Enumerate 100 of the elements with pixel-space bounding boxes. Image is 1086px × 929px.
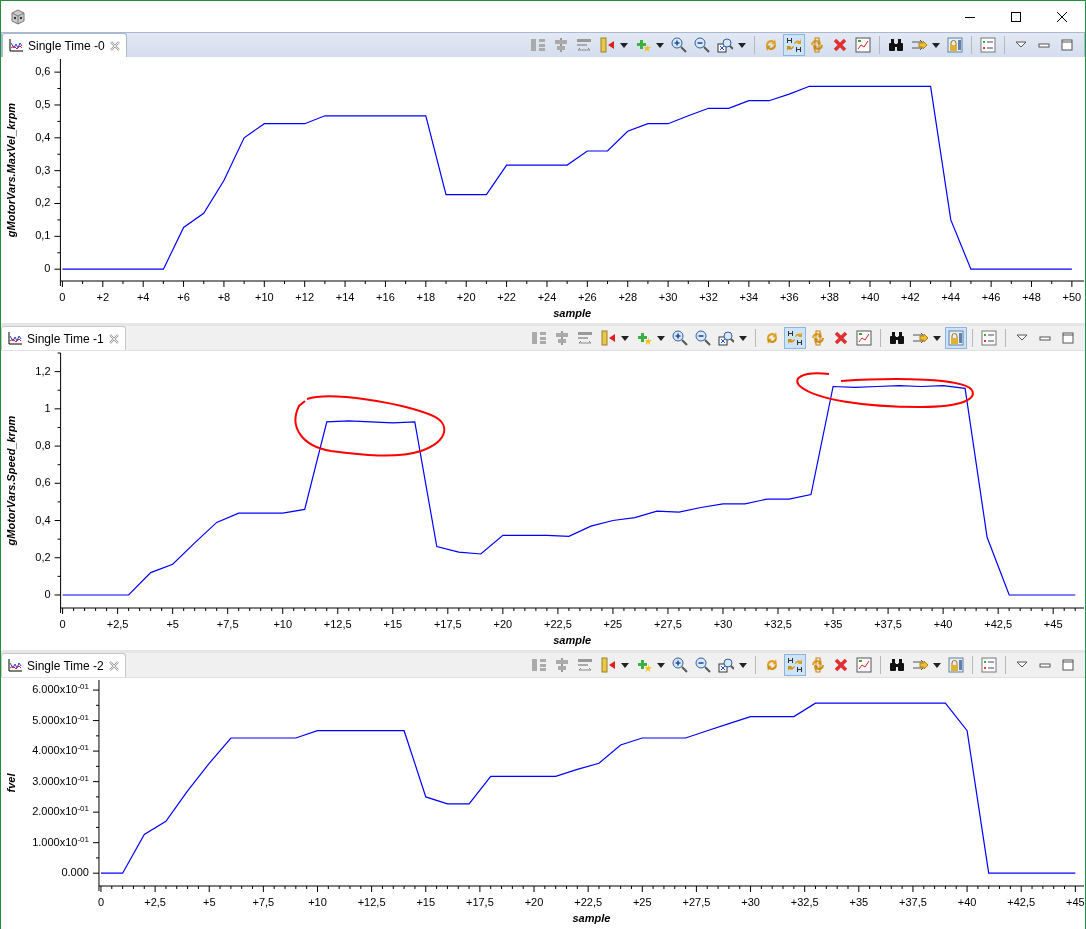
delete-icon	[833, 657, 849, 673]
list-button[interactable]	[978, 654, 1000, 676]
x-tick-label: +10	[273, 618, 293, 630]
x-tick-label: +2,5	[106, 618, 129, 630]
caret-icon[interactable]	[933, 662, 941, 668]
caret-icon[interactable]	[656, 42, 664, 48]
x-tick-label: +5	[166, 618, 179, 630]
plus-star-icon	[636, 657, 652, 673]
x-tick-label: +25	[632, 896, 652, 908]
x-tick-label: +20	[493, 618, 513, 630]
x-tick-label: +14	[335, 291, 355, 303]
x-tick-label: +28	[618, 291, 638, 303]
hierarchy-icon	[531, 330, 547, 346]
lock-icon	[948, 657, 964, 673]
close-icon	[1057, 11, 1067, 22]
x-tick-label: +44	[941, 291, 961, 303]
x-tick-label: +15	[416, 896, 436, 908]
x-tick-label: +5	[202, 896, 216, 908]
sync-h-icon	[786, 37, 802, 53]
x-tick-label: +22,5	[574, 896, 603, 908]
zoom-fit-icon	[718, 330, 734, 346]
list-icon	[980, 37, 996, 53]
caret-icon[interactable]	[657, 335, 665, 341]
list-icon	[981, 330, 997, 346]
y-tick-label: 5.000x10$^{-01}$	[32, 713, 89, 726]
x-tick-label: +2	[96, 291, 110, 303]
sync-h-button[interactable]	[784, 327, 806, 349]
chart-button[interactable]	[852, 34, 874, 56]
line-chart-icon	[8, 332, 22, 345]
y-tick-label: 1	[44, 401, 51, 414]
x-tick-label: +34	[739, 291, 759, 303]
sync-h-button[interactable]	[784, 654, 806, 676]
x-tick-label: 0	[59, 291, 66, 303]
close-icon[interactable]	[108, 660, 119, 671]
list-button[interactable]	[977, 34, 999, 56]
caret-icon[interactable]	[621, 335, 629, 341]
chart-button[interactable]	[853, 654, 875, 676]
sync-double-icon	[810, 330, 826, 346]
x-tick-label: +27,5	[654, 618, 682, 630]
delete-icon	[833, 330, 849, 346]
y-tick-label: 0.000	[61, 866, 89, 879]
chart-icon	[856, 657, 872, 673]
close-icon[interactable]	[108, 333, 119, 344]
zoom-out-icon	[695, 330, 711, 346]
x-tick-label: +42	[901, 291, 920, 303]
align-icon	[554, 330, 570, 346]
sync-h-icon	[787, 330, 803, 346]
x-tick-label: +7,5	[216, 618, 239, 630]
y-axis-title: gMotorVars.Speed_krpm	[5, 415, 17, 546]
y-axis-title: fvel	[5, 773, 17, 793]
view-tab[interactable]: Single Time -1	[1, 326, 126, 350]
caret-icon[interactable]	[739, 335, 747, 341]
y-tick-label: 6.000x10$^{-01}$	[32, 683, 89, 696]
x-tick-label: +37,5	[874, 618, 902, 630]
x-tick-label: +42,5	[1007, 896, 1036, 908]
x-tick-label: +45	[1043, 618, 1063, 630]
view-tab[interactable]: Single Time -2	[1, 653, 126, 677]
y-tick-label: 0,8	[35, 439, 51, 452]
sync-h-icon	[787, 657, 803, 673]
hierarchy-icon	[531, 657, 547, 673]
x-tick-label: +32,5	[764, 618, 792, 630]
x-tick-label: +16	[376, 291, 395, 303]
x-tick-label: +50	[1062, 291, 1082, 303]
x-tick-label: +37,5	[899, 896, 927, 908]
caret-icon[interactable]	[738, 42, 746, 48]
x-tick-label: 0	[59, 618, 66, 630]
caret-icon[interactable]	[620, 42, 628, 48]
caret-icon[interactable]	[933, 335, 941, 341]
rows-icon	[576, 37, 592, 53]
sync-h-button[interactable]	[783, 34, 805, 56]
x-tick-label: +32	[699, 291, 718, 303]
chart-button[interactable]	[853, 327, 875, 349]
view-tab[interactable]: Single Time -0	[2, 33, 127, 57]
x-tick-label: +17,5	[465, 896, 494, 908]
plus-star-icon	[636, 330, 652, 346]
line-chart-icon	[9, 39, 23, 52]
x-tick-label: 0	[97, 896, 105, 908]
caret-icon[interactable]	[739, 662, 747, 668]
cube-icon	[10, 8, 26, 25]
lock-button[interactable]	[945, 654, 967, 676]
caret-icon[interactable]	[657, 662, 665, 668]
zoom-out-icon	[695, 657, 711, 673]
y-axis-title: gMotorVars.MaxVel_krpm	[5, 102, 17, 238]
caret-icon[interactable]	[932, 42, 940, 48]
x-tick-label: +18	[416, 291, 436, 303]
lock-icon	[947, 37, 963, 53]
y-tick-label: 0,2	[35, 196, 51, 209]
merge-arrows-icon	[911, 37, 927, 53]
y-tick-label: 1,2	[35, 364, 51, 377]
x-tick-label: +22	[497, 291, 516, 303]
zoom-in-icon	[672, 330, 688, 346]
caret-icon[interactable]	[621, 662, 629, 668]
x-tick-label: +30	[713, 618, 733, 630]
zoom-fit-icon	[718, 657, 734, 673]
list-button[interactable]	[978, 327, 1000, 349]
close-icon[interactable]	[109, 40, 120, 51]
y-tick-label: 0,3	[35, 163, 51, 176]
x-tick-label: +35	[849, 896, 869, 908]
maximize-icon	[1059, 37, 1075, 53]
x-tick-label: +26	[578, 291, 597, 303]
